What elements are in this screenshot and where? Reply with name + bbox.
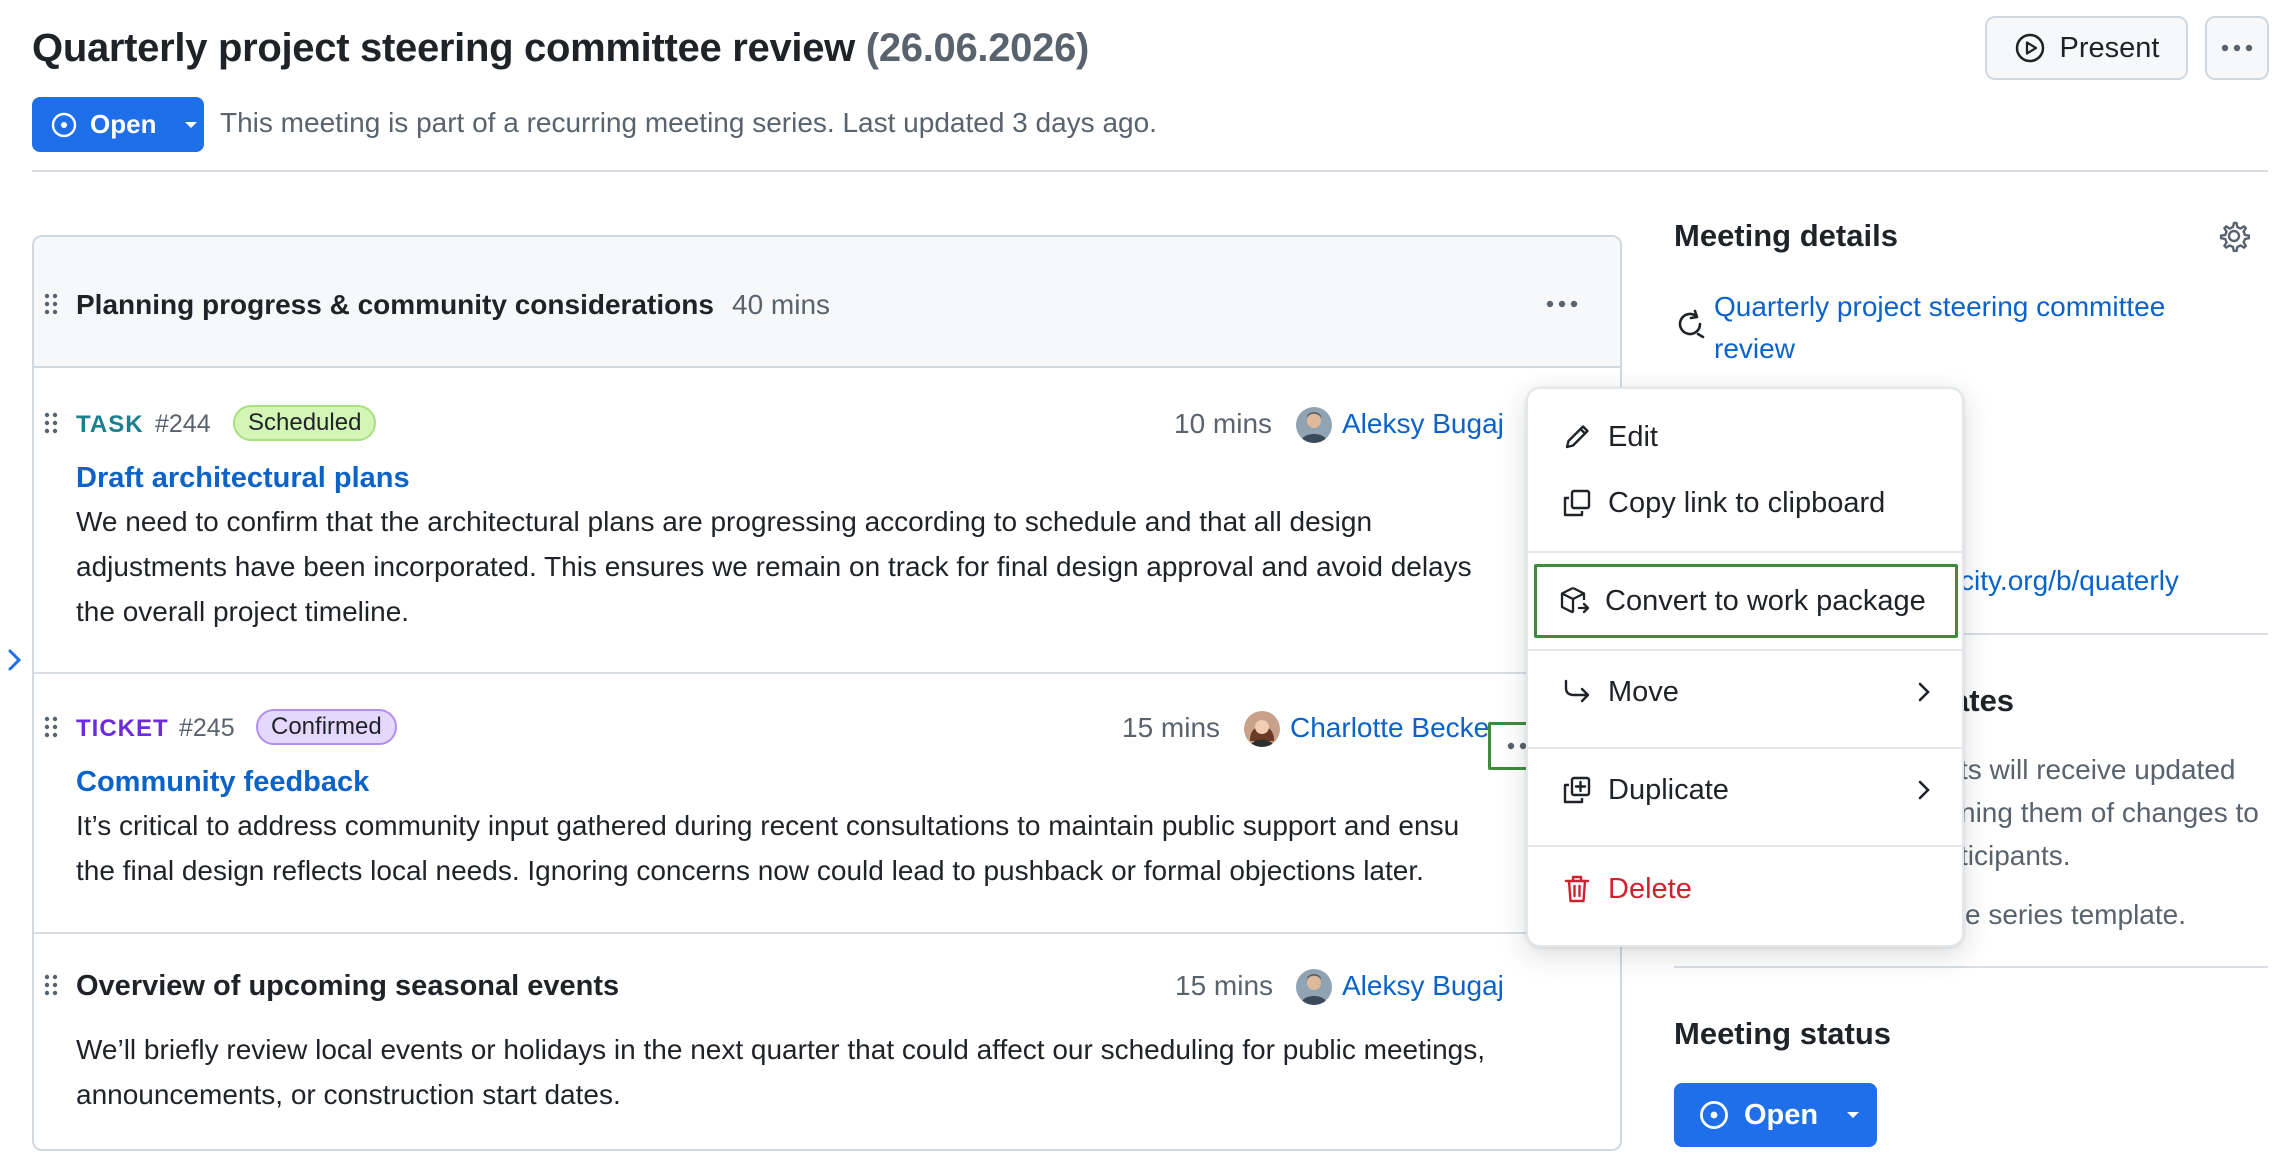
menu-item-move[interactable]: Move — [1536, 662, 1956, 722]
menu-item-delete[interactable]: Delete — [1536, 859, 1956, 919]
menu-item-convert-to-work-package[interactable]: Convert to work package — [1534, 564, 1958, 638]
item-description: We need to confirm that the architectura… — [76, 506, 1472, 627]
presenter-link[interactable]: Charlotte Becker — [1290, 712, 1499, 744]
work-package-type: TASK — [76, 411, 144, 438]
agenda-item: Overview of upcoming seasonal events 15 … — [34, 934, 1620, 1149]
updates-text: ticipants. — [1960, 840, 2071, 871]
menu-separator — [1528, 747, 1962, 749]
avatar — [1296, 407, 1332, 443]
gear-icon[interactable] — [2218, 220, 2250, 252]
presenter-link[interactable]: Aleksy Bugaj — [1342, 970, 1504, 1002]
status-label: Open — [1744, 1098, 1819, 1131]
item-description: It’s critical to address community input… — [76, 810, 1460, 886]
presenter-link[interactable]: Aleksy Bugaj — [1342, 408, 1504, 440]
drag-handle-icon[interactable] — [44, 716, 58, 738]
work-package-type: TICKET — [76, 715, 169, 742]
item-duration: 15 mins — [1175, 970, 1274, 1001]
page-title: Quarterly project steering committee rev… — [32, 26, 1090, 70]
item-title: Overview of upcoming seasonal events — [76, 970, 620, 1002]
more-actions-button[interactable] — [2205, 16, 2269, 80]
work-package-id: #244 — [155, 410, 211, 438]
meeting-date: (26.06.2026) — [865, 26, 1090, 70]
item-context-menu: Edit Copy link to clipboard Convert to w… — [1526, 387, 1964, 947]
pencil-icon — [1565, 425, 1589, 449]
item-title-link[interactable]: Draft architectural plans — [76, 462, 410, 495]
updates-text: ning them of changes to — [1960, 797, 2259, 828]
meeting-status-title: Meeting status — [1674, 1016, 1892, 1051]
menu-separator — [1528, 551, 1962, 553]
item-duration: 10 mins — [1174, 408, 1273, 439]
menu-separator — [1528, 649, 1962, 651]
chevron-right-icon — [1918, 682, 1930, 702]
item-title-link[interactable]: Community feedback — [76, 766, 369, 799]
chevron-right-icon — [1918, 780, 1930, 800]
section-more-button[interactable] — [1534, 281, 1590, 327]
drag-handle-icon[interactable] — [44, 293, 58, 315]
kebab-horizontal-icon — [2221, 44, 2253, 52]
menu-item-duplicate[interactable]: Duplicate — [1536, 760, 1956, 820]
header-divider — [32, 170, 2268, 172]
agenda-section-header: Planning progress & community considerat… — [34, 237, 1620, 368]
meeting-details-title: Meeting details — [1674, 218, 1898, 253]
present-button[interactable]: Present — [1985, 16, 2188, 80]
present-label: Present — [2059, 31, 2160, 64]
sidebar-divider — [1674, 966, 2268, 968]
chevron-right-icon[interactable] — [4, 645, 26, 675]
caret-down-icon — [185, 121, 198, 128]
dot-circle-icon — [1700, 1101, 1728, 1129]
menu-separator — [1528, 845, 1962, 847]
caret-down-icon — [1847, 1112, 1860, 1118]
duplicate-icon — [1563, 776, 1591, 804]
package-icon — [1560, 586, 1590, 614]
template-text: e series template. — [1965, 899, 2186, 930]
updates-text: ts will receive updated — [1960, 754, 2236, 785]
kebab-horizontal-icon — [1546, 300, 1578, 308]
status-label: Open — [90, 109, 157, 139]
move-arrow-icon — [1564, 679, 1590, 703]
meeting-status-dropdown[interactable]: Open — [1674, 1083, 1877, 1147]
status-badge: Confirmed — [256, 709, 397, 745]
agenda-card: Planning progress & community considerat… — [32, 235, 1622, 1151]
work-package-id: #245 — [179, 714, 235, 742]
meeting-series-link[interactable]: Quarterly project steering committee revi… — [1714, 286, 2234, 370]
recurring-icon — [1678, 309, 1705, 339]
menu-item-edit[interactable]: Edit — [1536, 407, 1956, 467]
avatar — [1296, 969, 1332, 1005]
meeting-status-dropdown[interactable]: Open — [32, 97, 204, 152]
section-title: Planning progress & community considerat… — [76, 289, 714, 320]
dot-circle-icon — [51, 112, 77, 137]
trash-icon — [1564, 875, 1590, 903]
meeting-subtitle: This meeting is part of a recurring meet… — [220, 107, 1157, 138]
agenda-item: TASK #244 Scheduled 10 mins Aleksy Bugaj… — [34, 368, 1620, 672]
play-circle-icon — [2015, 33, 2044, 63]
section-duration: 40 mins — [732, 289, 831, 320]
item-duration: 15 mins — [1122, 712, 1221, 743]
item-description: We’ll briefly review local events or hol… — [76, 1034, 1486, 1110]
copy-icon — [1563, 489, 1591, 517]
status-badge: Scheduled — [233, 405, 377, 441]
avatar — [1244, 711, 1280, 747]
agenda-item: TICKET #245 Confirmed 15 mins Charlotte … — [34, 674, 1620, 932]
drag-handle-icon[interactable] — [44, 974, 58, 996]
drag-handle-icon[interactable] — [44, 412, 58, 434]
meeting-url-link[interactable]: city.org/b/quaterly — [1960, 565, 2179, 597]
menu-item-copy-link[interactable]: Copy link to clipboard — [1536, 473, 1956, 533]
